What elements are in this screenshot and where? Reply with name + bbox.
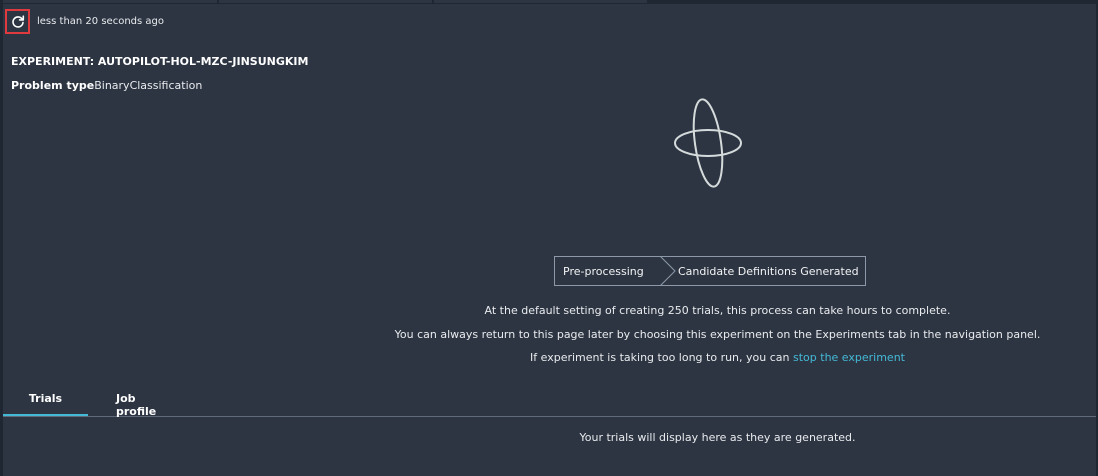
step-candidate-definitions: Candidate Definitions Generated xyxy=(660,256,866,286)
chevron-right-icon xyxy=(660,256,676,286)
step-pre-processing: Pre-processing xyxy=(554,256,660,286)
problem-type-label: Problem type xyxy=(11,79,95,92)
experiment-title: EXPERIMENT: AUTOPILOT-HOL-MZC-JINSUNGKIM xyxy=(11,55,309,68)
stop-experiment-link[interactable]: stop the experiment xyxy=(793,351,905,364)
step-label: Candidate Definitions Generated xyxy=(678,264,859,278)
step-label: Pre-processing xyxy=(563,264,644,278)
autopilot-experiment-page: less than 20 seconds ago EXPERIMENT: AUT… xyxy=(0,0,1098,476)
trials-empty-message: Your trials will display here as they ar… xyxy=(579,431,856,444)
tab-strip-segment xyxy=(3,0,217,3)
top-tab-strip xyxy=(0,0,1098,4)
stop-experiment-message: If experiment is taking too long to run,… xyxy=(0,351,1098,364)
problem-type-value: BinaryClassification xyxy=(94,79,203,92)
last-refreshed-text: less than 20 seconds ago xyxy=(37,16,164,27)
return-later-message: You can always return to this page later… xyxy=(394,328,1041,341)
refresh-button[interactable] xyxy=(5,9,30,34)
tab-strip-segment xyxy=(219,0,432,3)
loading-spinner-icon xyxy=(674,98,742,188)
experiment-tabs: Trials Job profile xyxy=(3,388,1096,418)
tab-trials[interactable]: Trials xyxy=(3,388,88,416)
problem-type: Problem typeBinaryClassification xyxy=(11,79,202,92)
trial-duration-message: At the default setting of creating 250 t… xyxy=(484,304,951,317)
progress-steps: Pre-processing Candidate Definitions Gen… xyxy=(554,256,866,286)
refresh-icon xyxy=(11,14,24,28)
tab-strip-segment xyxy=(434,0,647,3)
tab-job-profile[interactable]: Job profile xyxy=(116,388,176,418)
stop-experiment-prefix: If experiment is taking too long to run,… xyxy=(530,351,793,364)
